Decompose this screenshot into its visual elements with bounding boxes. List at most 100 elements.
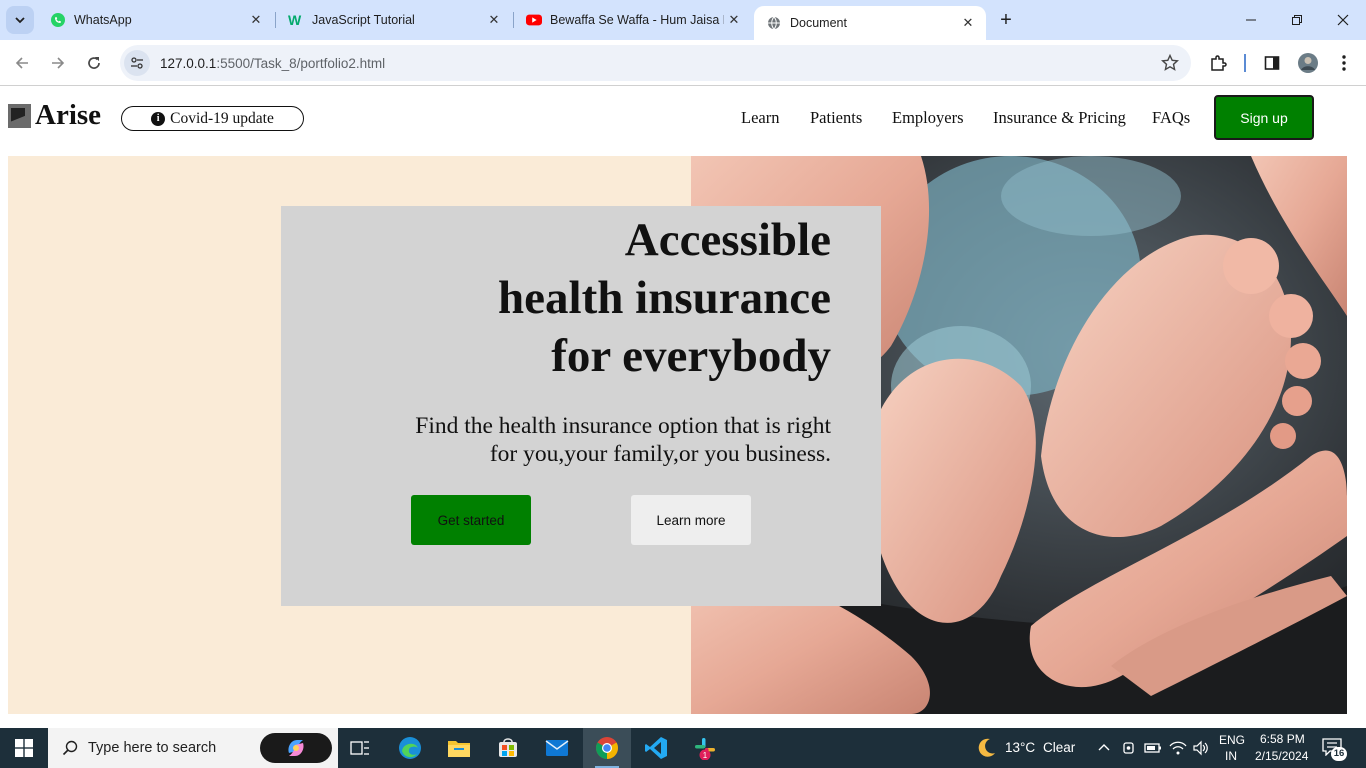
signup-button[interactable]: Sign up <box>1214 95 1314 140</box>
get-started-button[interactable]: Get started <box>411 495 531 545</box>
arrow-right-icon <box>52 57 65 69</box>
tab-javascript-tutorial[interactable]: W JavaScript Tutorial ✕ <box>276 0 512 40</box>
weather-widget[interactable]: 13°C Clear <box>972 728 1082 768</box>
wifi-icon[interactable] <box>1169 740 1187 756</box>
url-host: 127.0.0.1 <box>160 55 217 71</box>
info-icon: i <box>151 111 166 126</box>
address-bar[interactable]: 127.0.0.1:5500/Task_8/portfolio2.html <box>120 45 1191 81</box>
puzzle-icon <box>1211 55 1227 71</box>
url-text: 127.0.0.1:5500/Task_8/portfolio2.html <box>160 56 385 71</box>
copilot-button[interactable] <box>260 733 332 763</box>
tab-title: WhatsApp <box>74 13 132 27</box>
mail-icon <box>545 740 569 756</box>
side-panel-button[interactable] <box>1258 49 1286 77</box>
reload-button[interactable] <box>80 49 108 77</box>
logo-text: Arise <box>35 99 102 131</box>
moon-icon <box>978 738 995 757</box>
clock-date: 2/15/2024 <box>1255 749 1309 763</box>
back-button[interactable] <box>8 49 36 77</box>
task-view-button[interactable] <box>336 728 384 768</box>
profile-avatar[interactable] <box>1294 49 1322 77</box>
language-indicator[interactable]: ENG IN <box>1216 728 1248 768</box>
tab-youtube[interactable]: Bewaffa Se Waffa - Hum Jaisa K ✕ <box>514 0 752 40</box>
copilot-icon <box>288 740 304 756</box>
weather-text: Clear <box>1043 740 1076 755</box>
more-vert-icon <box>1342 55 1346 71</box>
meet-now-icon[interactable] <box>1121 740 1137 756</box>
chevron-down-icon <box>15 17 25 24</box>
search-icon <box>62 740 78 756</box>
taskbar-slack[interactable]: 1 <box>681 728 729 768</box>
nav-link-insurance-pricing[interactable]: Insurance & Pricing <box>993 108 1126 128</box>
page-viewport: Arise i Covid-19 update Learn Patients E… <box>0 87 1366 728</box>
close-icon[interactable]: ✕ <box>724 10 744 30</box>
clock[interactable]: 6:58 PM 2/15/2024 <box>1252 728 1318 768</box>
nav-link-employers[interactable]: Employers <box>892 108 964 128</box>
restore-icon <box>1292 15 1302 25</box>
learn-more-button[interactable]: Learn more <box>631 495 751 545</box>
site-info-button[interactable] <box>124 50 150 76</box>
url-path: :5500/Task_8/portfolio2.html <box>216 55 386 71</box>
close-window-button[interactable] <box>1320 0 1366 40</box>
minimize-button[interactable] <box>1228 0 1274 40</box>
bookmark-star-icon[interactable] <box>1161 54 1179 72</box>
tab-search-button[interactable] <box>6 6 34 34</box>
toolbar-divider <box>1244 54 1246 72</box>
covid-update-label: Covid-19 update <box>170 109 274 127</box>
battery-icon[interactable] <box>1144 741 1162 755</box>
tune-icon <box>131 57 143 69</box>
edge-icon <box>399 737 421 759</box>
chrome-icon <box>596 737 618 759</box>
menu-button[interactable] <box>1330 49 1358 77</box>
arrow-left-icon <box>15 57 28 69</box>
close-icon[interactable]: ✕ <box>484 10 504 30</box>
whatsapp-icon <box>50 12 66 28</box>
start-button[interactable] <box>0 728 48 768</box>
windows-taskbar: Type here to search 1 13°C Clear ENG IN <box>0 728 1366 768</box>
hero-card: Accessible health insurance for everybod… <box>281 206 881 606</box>
slack-badge: 1 <box>703 751 708 760</box>
svg-text:W: W <box>288 12 302 28</box>
slack-icon: 1 <box>695 738 715 760</box>
reload-icon <box>88 57 100 69</box>
site-logo[interactable]: Arise <box>8 99 101 132</box>
taskbar-microsoft-store[interactable] <box>484 728 532 768</box>
taskbar-vscode[interactable] <box>632 728 680 768</box>
nav-link-learn[interactable]: Learn <box>741 108 779 128</box>
volume-icon[interactable] <box>1192 740 1210 756</box>
avatar-icon <box>1298 53 1318 73</box>
taskbar-edge[interactable] <box>386 728 434 768</box>
task-view-icon <box>350 741 369 755</box>
tab-title: Bewaffa Se Waffa - Hum Jaisa K <box>550 13 724 27</box>
close-icon[interactable]: ✕ <box>958 13 978 33</box>
tab-title: Document <box>790 16 847 30</box>
taskbar-mail[interactable] <box>533 728 581 768</box>
chevron-up-icon[interactable] <box>1097 741 1111 755</box>
hero-subtitle: Find the health insurance option that is… <box>351 412 831 468</box>
lang-top: ENG <box>1219 733 1246 747</box>
covid-update-button[interactable]: i Covid-19 update <box>121 106 304 131</box>
restore-button[interactable] <box>1274 0 1320 40</box>
clock-time: 6:58 PM <box>1260 732 1305 746</box>
notification-badge: 16 <box>1331 747 1347 761</box>
tab-whatsapp[interactable]: WhatsApp ✕ <box>38 0 274 40</box>
side-panel-icon <box>1264 56 1280 70</box>
forward-button[interactable] <box>44 49 72 77</box>
new-tab-button[interactable]: + <box>994 8 1018 32</box>
nav-link-faqs[interactable]: FAQs <box>1152 108 1190 128</box>
notification-center-button[interactable]: 16 <box>1322 738 1347 761</box>
logo-icon <box>8 103 31 128</box>
tab-title: JavaScript Tutorial <box>312 13 415 27</box>
w3schools-icon: W <box>288 12 304 28</box>
hero-subtitle-line: Find the health insurance option that is… <box>415 413 831 439</box>
tab-document[interactable]: Document ✕ <box>754 6 986 40</box>
close-icon[interactable]: ✕ <box>246 10 266 30</box>
nav-link-patients[interactable]: Patients <box>810 108 862 128</box>
browser-toolbar: 127.0.0.1:5500/Task_8/portfolio2.html <box>0 40 1366 86</box>
taskbar-chrome[interactable] <box>583 728 631 768</box>
windows-logo-icon <box>15 739 33 757</box>
hero-subtitle-line: for you,your family,or you business. <box>489 441 831 467</box>
extensions-button[interactable] <box>1204 49 1232 77</box>
taskbar-file-explorer[interactable] <box>435 728 483 768</box>
hero-title-line: Accessible <box>624 214 831 266</box>
